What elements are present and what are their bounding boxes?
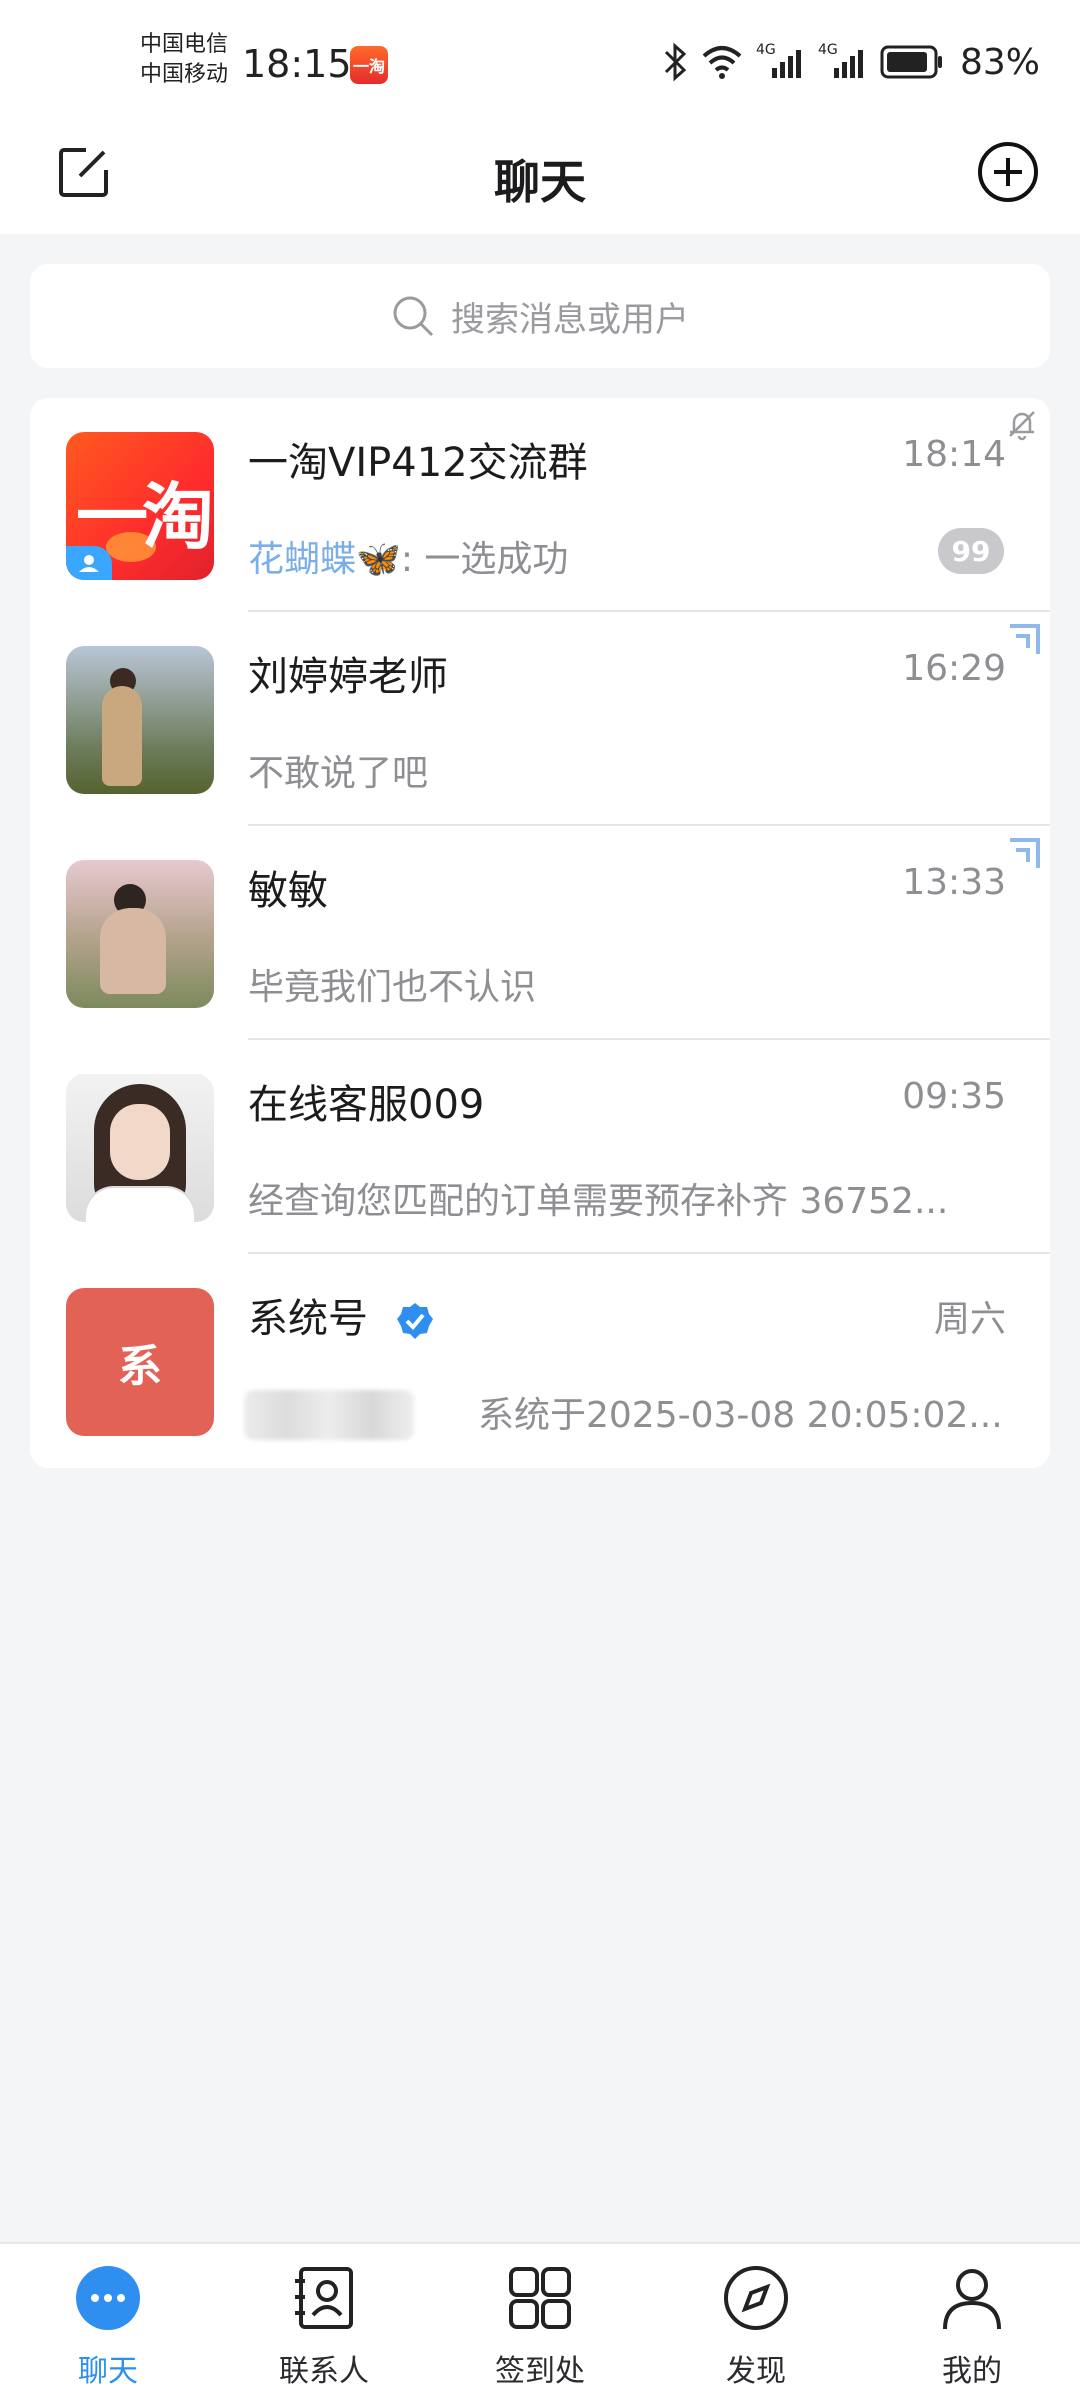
system-avatar-text: 系 — [118, 1341, 162, 1392]
system-avatar: 系 — [66, 1288, 214, 1436]
yitao-app-notification-icon: 一淘 — [350, 46, 388, 84]
chat-name-wrap: 系统号 — [248, 1286, 435, 1344]
chat-row-group[interactable]: 一淘 一淘VIP412交流群 18:14 花蝴蝶🦋: 一选成功 99 — [30, 398, 1050, 612]
compass-icon — [720, 2262, 792, 2334]
battery-icon — [880, 45, 942, 79]
preview-text: : 一选成功 — [400, 539, 569, 580]
person-icon — [936, 2262, 1008, 2334]
blurred-content — [244, 1390, 414, 1440]
carrier-2: 中国移动 — [140, 62, 229, 87]
nav-label: 签到处 — [495, 2354, 585, 2389]
chat-name: 一淘VIP412交流群 — [248, 440, 588, 486]
chat-time: 周六 — [933, 1299, 1006, 1340]
user-avatar — [66, 646, 214, 794]
verified-icon — [396, 1303, 433, 1339]
chat-name: 在线客服009 — [248, 1082, 485, 1128]
signal-2-icon: 4G — [818, 42, 868, 82]
corner-mark-icon — [1010, 838, 1040, 868]
status-icons: 4G 4G 83% — [662, 40, 1040, 84]
user-avatar — [66, 1074, 214, 1222]
top-area: 中国电信 中国移动 18:15 一淘 4G 4G 83% 聊天 — [0, 0, 1080, 234]
carrier-labels: 中国电信 中国移动 — [140, 30, 228, 90]
preview-sender: 花蝴蝶🦋 — [248, 539, 401, 580]
chat-bubble-icon — [72, 2262, 144, 2334]
nav-item-discover[interactable]: 发现 — [648, 2244, 864, 2400]
chat-name: 刘婷婷老师 — [248, 654, 448, 700]
chat-list: 一淘 一淘VIP412交流群 18:14 花蝴蝶🦋: 一选成功 99 刘婷婷老师… — [30, 398, 1050, 1468]
status-bar: 中国电信 中国移动 18:15 一淘 4G 4G 83% — [0, 0, 1080, 124]
chat-preview: 经查询您匹配的订单需要预存补齐 36752... — [248, 1181, 949, 1222]
signal-1-icon: 4G — [756, 42, 806, 82]
chat-time: 09:35 — [902, 1076, 1006, 1117]
battery-percentage: 83% — [959, 41, 1040, 83]
chat-time: 18:14 — [902, 434, 1006, 475]
nav-label: 我的 — [942, 2354, 1002, 2389]
search-icon — [393, 296, 434, 337]
status-clock: 18:15 — [242, 42, 352, 86]
app-header: 聊天 — [0, 124, 1080, 234]
nav-item-contacts[interactable]: 联系人 — [216, 2244, 432, 2400]
nav-label: 聊天 — [78, 2354, 138, 2389]
nav-label: 联系人 — [279, 2354, 369, 2389]
user-avatar — [66, 860, 214, 1008]
chat-time: 16:29 — [902, 648, 1006, 689]
chat-name: 系统号 — [248, 1296, 368, 1342]
chat-row-system[interactable]: 系 系统号 周六 系统于2025-03-08 20:05:02... — [30, 1254, 1050, 1468]
unread-badge: 99 — [938, 528, 1004, 574]
chat-time: 13:33 — [902, 862, 1006, 903]
bottom-nav: 聊天 联系人 签到处 发现 我的 — [0, 2242, 1080, 2400]
chat-preview: 系统于2025-03-08 20:05:02... — [478, 1395, 1003, 1436]
chat-row-liu[interactable]: 刘婷婷老师 16:29 不敢说了吧 — [30, 612, 1050, 826]
muted-bell-icon — [1009, 411, 1035, 441]
carrier-1: 中国电信 — [140, 32, 229, 57]
nav-item-checkin[interactable]: 签到处 — [432, 2244, 648, 2400]
chat-preview: 毕竟我们也不认识 — [248, 967, 537, 1008]
search-placeholder: 搜索消息或用户 — [451, 299, 689, 340]
add-icon[interactable] — [976, 140, 1040, 204]
grid-icon — [504, 2262, 576, 2334]
nav-item-me[interactable]: 我的 — [864, 2244, 1080, 2400]
bluetooth-icon — [664, 42, 687, 82]
page-title: 聊天 — [494, 155, 586, 209]
chat-row-minmin[interactable]: 敏敏 13:33 毕竟我们也不认识 — [30, 826, 1050, 1040]
nav-item-chat[interactable]: 聊天 — [0, 2244, 216, 2400]
chat-name: 敏敏 — [248, 868, 328, 914]
chat-preview: 不敢说了吧 — [248, 753, 429, 794]
group-tag-icon — [66, 546, 112, 580]
chat-preview: 花蝴蝶🦋: 一选成功 — [248, 530, 988, 582]
contacts-icon — [288, 2262, 360, 2334]
search-bar[interactable]: 搜索消息或用户 — [30, 264, 1050, 368]
nav-label: 发现 — [726, 2354, 786, 2389]
chat-screen: 中国电信 中国移动 18:15 一淘 4G 4G 83% 聊天 搜索消息或用户 … — [0, 0, 1080, 2400]
group-avatar: 一淘 — [66, 432, 214, 580]
wifi-icon — [702, 46, 742, 79]
corner-mark-icon — [1010, 624, 1040, 654]
chat-row-support[interactable]: 在线客服009 09:35 经查询您匹配的订单需要预存补齐 36752... — [30, 1040, 1050, 1254]
